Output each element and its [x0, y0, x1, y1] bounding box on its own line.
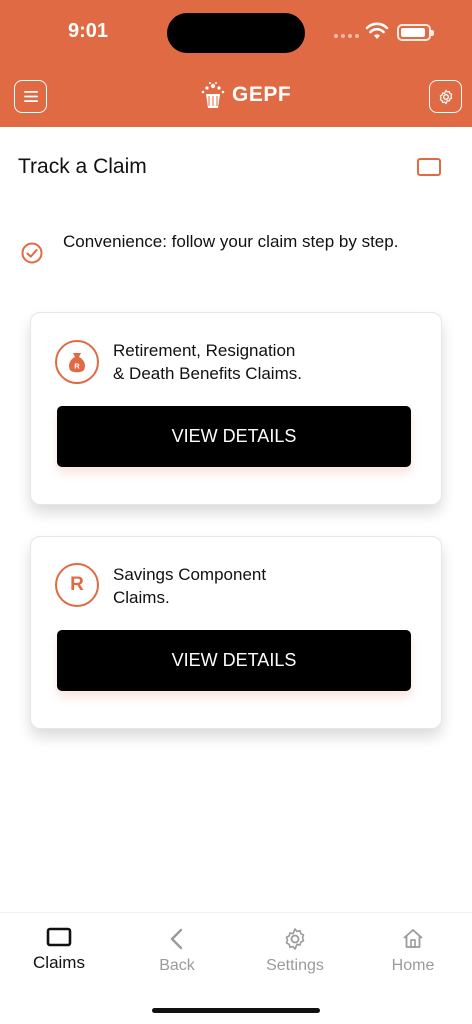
- dynamic-island: [167, 13, 305, 53]
- tab-label: Home: [391, 957, 435, 974]
- view-details-button[interactable]: VIEW DETAILS: [57, 406, 411, 467]
- card-text: Retirement, Resignation & Death Benefits…: [113, 339, 413, 385]
- claims-icon: [46, 927, 72, 947]
- gear-icon: [439, 89, 452, 104]
- claim-card-retirement: R Retirement, Resignation & Death Benefi…: [30, 312, 442, 505]
- settings-button[interactable]: [429, 80, 462, 113]
- logo-text: GEPF: [232, 83, 292, 106]
- page-title: Track a Claim: [18, 155, 147, 178]
- chevron-left-icon: [170, 928, 183, 950]
- signal-icon: [334, 34, 359, 38]
- card-text-line-1: Savings Component: [113, 565, 267, 584]
- tab-label: Claims: [33, 953, 85, 972]
- info-text: Convenience: follow your claim step by s…: [63, 232, 399, 251]
- gepf-logo-icon: [201, 82, 225, 108]
- home-icon: [403, 929, 423, 948]
- card-text-line-2: Claims.: [113, 588, 170, 607]
- tab-settings[interactable]: Settings: [236, 927, 354, 975]
- check-circle-icon: [21, 242, 43, 264]
- card-text-line-1: Retirement, Resignation: [113, 341, 296, 360]
- tab-home[interactable]: Home: [354, 927, 472, 975]
- money-bag-icon: R: [55, 340, 99, 384]
- svg-text:R: R: [74, 362, 80, 371]
- view-details-button[interactable]: VIEW DETAILS: [57, 630, 411, 691]
- card-text-line-2: & Death Benefits Claims.: [113, 364, 302, 383]
- tab-claims[interactable]: Claims: [0, 927, 118, 973]
- app-header: 9:01 GEPF: [0, 0, 472, 127]
- tab-back[interactable]: Back: [118, 927, 236, 975]
- claims-icon: [417, 158, 441, 176]
- menu-button[interactable]: [14, 80, 47, 113]
- tab-label: Back: [159, 957, 195, 974]
- rand-icon: R: [55, 563, 99, 607]
- tab-label: Settings: [266, 957, 324, 974]
- status-time: 9:01: [68, 20, 109, 42]
- hamburger-icon: [23, 91, 38, 102]
- gepf-logo: GEPF: [198, 80, 291, 110]
- battery-icon: [397, 24, 434, 41]
- claim-card-savings: R Savings Component Claims. VIEW DETAILS: [30, 536, 442, 729]
- gear-icon: [285, 928, 305, 950]
- card-text: Savings Component Claims.: [113, 563, 413, 609]
- home-indicator: [152, 1008, 320, 1013]
- wifi-icon: [365, 22, 389, 39]
